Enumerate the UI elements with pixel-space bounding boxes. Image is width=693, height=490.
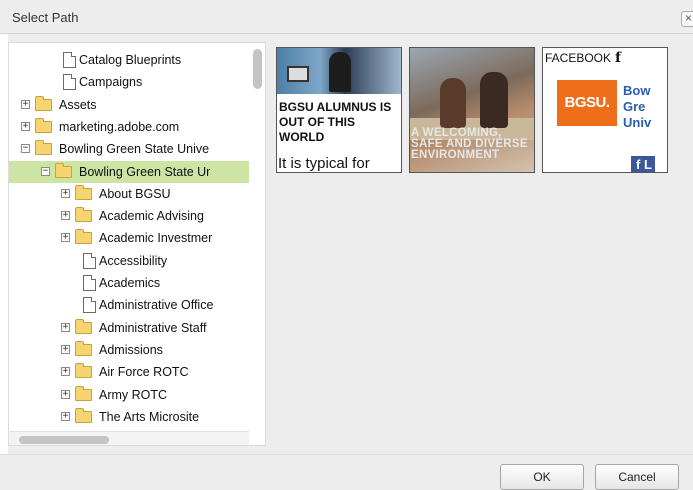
expand-icon[interactable]: + [21, 121, 30, 131]
card-caption: A WELCOMING, SAFE AND DIVERSE ENVIRONMEN… [411, 127, 528, 161]
tree-item-label: About BGSU [99, 186, 171, 201]
tree-item[interactable]: − Bowling Green State Unive [9, 138, 249, 160]
tree-item-label: Academic Advising [99, 209, 204, 224]
person-shape [480, 72, 508, 128]
tree-item[interactable]: + The Arts Microsite [9, 406, 249, 428]
tree-item[interactable]: + Admissions [9, 339, 249, 361]
tree-item[interactable]: Catalog Blueprints [9, 49, 249, 71]
monitor-shape [287, 66, 309, 82]
tree-item-label: Bowling Green State Ur [79, 164, 211, 179]
collapse-icon[interactable]: − [21, 144, 30, 154]
expand-icon[interactable]: + [61, 367, 70, 377]
scroll-corner [249, 431, 265, 445]
expand-icon[interactable]: + [61, 411, 70, 421]
folder-icon [35, 117, 52, 133]
tree-horizontal-scroll-thumb[interactable] [19, 436, 109, 444]
expand-icon[interactable]: + [21, 99, 30, 109]
tree-horizontal-scrollbar[interactable] [9, 431, 265, 445]
tree-item-label: Army ROTC [99, 387, 168, 402]
dialog-footer: OK Cancel [0, 454, 693, 490]
tree-item-label: Bowling Green State Unive [59, 142, 210, 157]
tree-item-label: Academics [99, 276, 161, 290]
page-icon [63, 74, 76, 91]
page-icon [63, 52, 76, 68]
card-label: FACEBOOK f [545, 50, 621, 66]
bgsu-logo: BGSU. [557, 80, 617, 126]
tree-item[interactable]: + Administrative Staff [9, 317, 249, 339]
tree-item[interactable]: Campaigns [9, 71, 249, 93]
folder-icon [75, 385, 92, 401]
tree-vertical-scrollbar[interactable] [253, 49, 262, 89]
folder-icon [35, 95, 52, 111]
school-name: Bow Gre Univ [623, 83, 652, 130]
tree-item[interactable]: + Academic Investmer [9, 227, 249, 249]
card-photo [277, 48, 401, 94]
dialog-body: Catalog Blueprints Campaigns + Assets + marke… [8, 34, 693, 454]
folder-icon [35, 140, 52, 156]
card-headline: BGSU ALUMNUS IS OUT OF THIS WORLD [279, 100, 392, 144]
person-shape [440, 78, 466, 128]
select-path-dialog: Select Path × Catalog Blueprints Campaign… [0, 0, 693, 490]
path-tree[interactable]: Catalog Blueprints Campaigns + Assets + marke… [8, 42, 266, 446]
folder-icon [75, 229, 92, 245]
page-icon [83, 252, 96, 269]
tree-item-label: Air Force ROTC [99, 365, 189, 380]
tree-item-label: Assets [59, 97, 97, 112]
tree-item[interactable]: + Academic Advising [9, 205, 249, 227]
tree-item[interactable]: + Air Force ROTC [9, 361, 249, 383]
tree-item-label: marketing.adobe.com [59, 119, 180, 134]
cancel-button[interactable]: Cancel [595, 464, 679, 490]
tree-item-label: The Arts Microsite [99, 409, 200, 424]
person-shape [329, 52, 351, 92]
tree-item[interactable]: + Assets [9, 94, 249, 116]
tree-item-label: Academic Investmer [99, 231, 213, 246]
page-icon [83, 275, 96, 291]
expand-icon[interactable]: + [61, 322, 70, 332]
expand-icon[interactable]: + [61, 211, 70, 221]
tree-item[interactable]: Academics [9, 272, 249, 294]
tree-item-label: Admissions [99, 342, 163, 357]
expand-icon[interactable]: + [61, 188, 70, 198]
tree-item-label: Administrative Office [99, 298, 214, 313]
folder-icon [75, 207, 92, 223]
tree-item-label: Accessibility [99, 253, 168, 268]
card-teaser: It is typical for [278, 155, 370, 172]
tree-item[interactable]: + About BGSU [9, 183, 249, 205]
preview-card-facebook[interactable]: FACEBOOK f BGSU. Bow Gre Univ f L [542, 47, 668, 173]
facebook-like-badge: f L [631, 156, 655, 172]
folder-icon [75, 340, 92, 356]
expand-icon[interactable]: + [61, 233, 70, 243]
folder-icon [75, 363, 92, 379]
tree-item[interactable]: Administrative Office [9, 294, 249, 316]
expand-icon[interactable]: + [61, 389, 70, 399]
tree-item[interactable]: + marketing.adobe.com [9, 116, 249, 138]
ok-button[interactable]: OK [500, 464, 584, 490]
tree-item-label: Catalog Blueprints [79, 53, 182, 67]
folder-icon [55, 162, 72, 178]
tree-item[interactable]: Accessibility [9, 250, 249, 272]
expand-icon[interactable]: + [61, 344, 70, 354]
tree-item-label: Administrative Staff [99, 320, 207, 335]
tree-item[interactable]: − Bowling Green State Ur [9, 160, 249, 183]
collapse-icon[interactable]: − [41, 166, 50, 176]
dialog-title: Select Path [12, 10, 79, 25]
folder-icon [75, 184, 92, 200]
tree-item[interactable]: + Army ROTC [9, 384, 249, 406]
facebook-label: FACEBOOK [545, 51, 612, 65]
close-button[interactable]: × [681, 11, 693, 27]
facebook-icon: f [615, 50, 622, 66]
dialog-titlebar: Select Path × [0, 0, 693, 34]
page-icon [83, 297, 96, 314]
preview-card-welcoming[interactable]: A WELCOMING, SAFE AND DIVERSE ENVIRONMEN… [409, 47, 535, 173]
folder-icon [75, 407, 92, 423]
preview-card-alumnus[interactable]: BGSU ALUMNUS IS OUT OF THIS WORLD It is … [276, 47, 402, 173]
preview-gallery: BGSU ALUMNUS IS OUT OF THIS WORLD It is … [276, 42, 693, 446]
tree-item-label: Campaigns [79, 75, 143, 90]
folder-icon [75, 318, 92, 334]
